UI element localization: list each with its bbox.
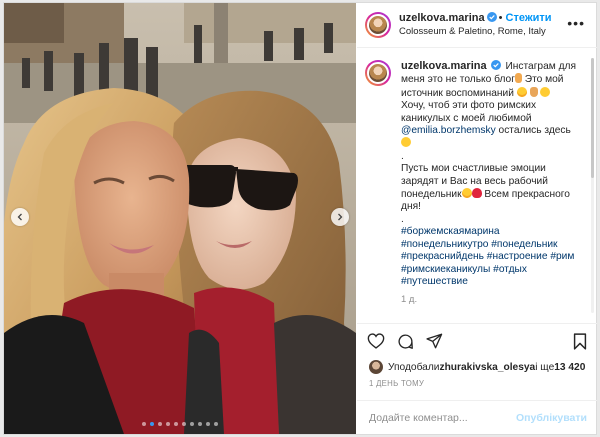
caption-dot-2: . xyxy=(401,213,404,225)
caption-text: uzelkova.marina Инстаграм для меня это н… xyxy=(401,60,585,323)
hashtag-link[interactable]: #путешествие xyxy=(401,276,468,287)
publish-button[interactable]: Опублікувати xyxy=(516,412,587,424)
likes-count[interactable]: 13 420 xyxy=(554,362,585,373)
liker-avatar[interactable] xyxy=(369,360,383,374)
carousel-dot xyxy=(214,422,218,426)
carousel-dot xyxy=(174,422,178,426)
carousel-dot xyxy=(166,422,170,426)
scrollbar-thumb[interactable] xyxy=(591,58,594,178)
carousel-prev-button[interactable] xyxy=(11,208,29,226)
chevron-right-icon xyxy=(338,213,343,221)
carousel-dot xyxy=(142,422,146,426)
heart-eyes-emoji-icon xyxy=(401,137,411,148)
red-heart-emoji-icon xyxy=(471,188,482,199)
carousel-dot xyxy=(182,422,186,426)
caption-part-3: Хочу, чтоб эти фото римских каникулых с … xyxy=(401,100,537,124)
hashtag-link[interactable]: #отдых xyxy=(493,264,527,275)
hashtag-link[interactable]: #понедельник xyxy=(491,239,557,250)
caption-dot: . xyxy=(401,150,404,162)
carousel-indicator xyxy=(4,422,356,426)
comment-input[interactable] xyxy=(369,411,516,424)
hashtag-link[interactable]: #рим xyxy=(550,251,574,262)
save-button[interactable] xyxy=(573,332,587,350)
caption-avatar[interactable] xyxy=(365,60,391,86)
avatar[interactable] xyxy=(365,12,391,38)
likes-prefix: Уподобали xyxy=(388,361,440,373)
caption-scrollbar[interactable] xyxy=(591,58,594,313)
mention-link[interactable]: @emilia.borzhemsky xyxy=(401,125,496,136)
carousel-dot xyxy=(150,422,154,426)
chevron-left-icon xyxy=(17,213,22,221)
carousel-next-button[interactable] xyxy=(331,208,349,226)
instagram-post: uzelkova.marina • Стежити Colosseum & Pal… xyxy=(3,2,597,435)
carousel-dot xyxy=(206,422,210,426)
comment-button[interactable] xyxy=(397,333,414,350)
bookmark-icon xyxy=(573,332,587,350)
hashtag-link[interactable]: #прекраснийдень xyxy=(401,251,484,262)
header-text: uzelkova.marina • Стежити Colosseum & Pal… xyxy=(399,12,552,38)
header-separator: • xyxy=(498,12,503,24)
hashtag-link[interactable]: #настроение xyxy=(487,251,548,262)
photo-image xyxy=(4,3,356,434)
post-side-panel: uzelkova.marina • Стежити Colosseum & Pal… xyxy=(357,3,597,434)
caption-time[interactable]: 1 д. xyxy=(401,294,585,306)
hashtag-link[interactable]: #римскиеканикулы xyxy=(401,264,490,275)
hashtag-link[interactable]: #боржемскаямарина xyxy=(401,226,500,237)
header-username[interactable]: uzelkova.marina xyxy=(399,12,485,24)
heart-eyes-emoji-icon xyxy=(540,86,551,97)
action-bar xyxy=(357,324,597,358)
heart-icon xyxy=(367,333,385,349)
comment-icon xyxy=(398,333,413,349)
hashtag-list: #боржемскаямарина #понедельникутро #поне… xyxy=(401,226,574,287)
caption-username[interactable]: uzelkova.marina xyxy=(401,60,487,72)
verified-badge-icon xyxy=(486,12,497,22)
likes-middle: і ще xyxy=(535,361,555,373)
carousel-dot xyxy=(198,422,202,426)
post-photo[interactable] xyxy=(4,3,356,434)
likes-summary: Уподобали zhurakivska_olesya і ще 13 420 xyxy=(357,358,597,376)
comment-form: Опублікувати xyxy=(357,400,597,434)
pray-emoji-icon xyxy=(529,86,538,97)
location-link[interactable]: Colosseum & Paletino, Rome, Italy xyxy=(399,25,552,38)
liker-username[interactable]: zhurakivska_olesya xyxy=(439,362,535,373)
post-timestamp[interactable]: 1 ДЕНЬ ТОМУ xyxy=(357,376,597,392)
follow-button[interactable]: Стежити xyxy=(506,12,552,24)
carousel-dot xyxy=(190,422,194,426)
hashtag-link[interactable]: #понедельникутро xyxy=(401,239,488,250)
carousel-dot xyxy=(158,422,162,426)
blush-emoji-icon xyxy=(461,188,472,199)
caption-area: uzelkova.marina Инстаграм для меня это н… xyxy=(357,48,597,324)
post-header: uzelkova.marina • Стежити Colosseum & Pal… xyxy=(357,3,597,48)
caption-part-4: остались здесь xyxy=(495,125,571,137)
share-icon xyxy=(426,333,443,349)
more-options-icon[interactable]: ••• xyxy=(567,16,585,30)
pointing-hand-emoji-icon xyxy=(514,73,522,84)
verified-badge-icon xyxy=(490,60,501,70)
share-button[interactable] xyxy=(426,333,443,349)
like-button[interactable] xyxy=(367,333,385,349)
blush-emoji-icon xyxy=(516,86,527,97)
